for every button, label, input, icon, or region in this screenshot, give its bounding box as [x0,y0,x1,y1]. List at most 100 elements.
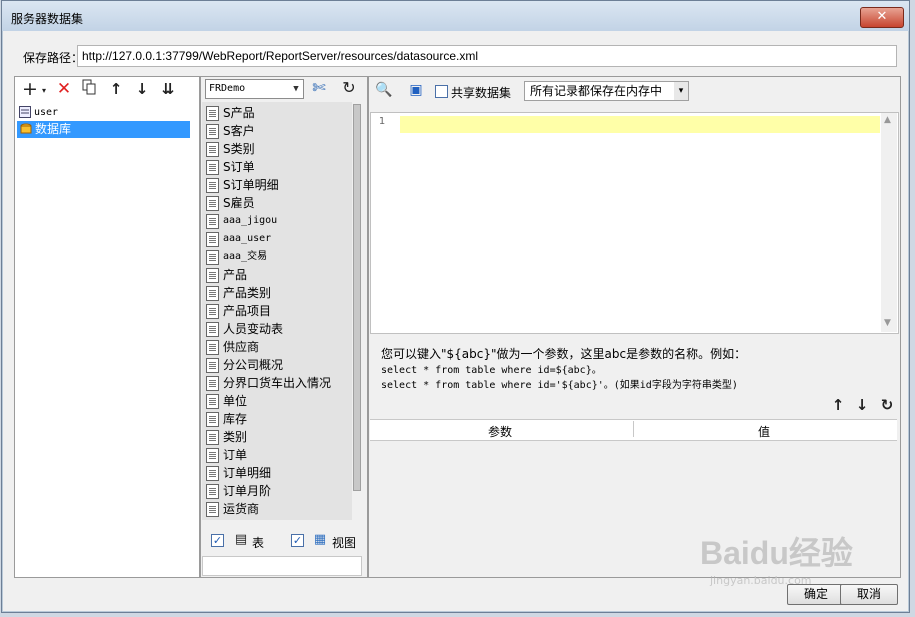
move-up-icon[interactable]: ↑ [106,79,126,99]
table-icon [206,466,219,481]
connection-value: FRDemo [209,83,246,94]
table-icon [206,106,219,121]
chevron-down-icon[interactable]: ▾ [34,81,54,101]
table-name: 类别 [223,430,248,444]
scroll-thumb[interactable] [353,104,361,491]
table-name: S订单 [223,160,255,174]
table-list-item[interactable]: S订单明细 [202,176,279,194]
cancel-button[interactable]: 取消 [840,584,898,605]
table-list-item[interactable]: S雇员 [202,194,255,212]
current-line-highlight [400,116,880,133]
connection-settings-icon[interactable]: ✄ [309,78,329,98]
table-list-item[interactable]: S类别 [202,140,255,158]
table-list-item[interactable]: aaa_jigou [202,212,277,230]
preview-icon[interactable]: 🔍 [374,80,394,100]
table-list-item[interactable]: 订单明细 [202,464,271,482]
table-list-item[interactable]: aaa_交易 [202,248,267,266]
table-name: 运货商 [223,502,260,516]
table-list-item[interactable]: 供应商 [202,338,259,356]
table-name: S客户 [223,124,255,138]
table-list-item[interactable]: 运货商 [202,500,259,518]
table-name: 分界口货车出入情况 [223,376,332,390]
table-icon [206,502,219,517]
scroll-up-icon[interactable]: ▲ [884,115,891,125]
table-icon: ▤ [234,532,248,547]
table-icon [206,430,219,445]
table-name: 库存 [223,412,248,426]
connection-select[interactable]: FRDemo ▼ [205,79,304,99]
table-name: 订单 [223,448,248,462]
table-name: 产品项目 [223,304,272,318]
save-icon[interactable]: ▣ [406,80,426,100]
table-checkbox[interactable]: ✓ [211,534,224,547]
delete-icon[interactable]: ✕ [54,79,74,99]
table-name: aaa_jigou [223,215,278,226]
table-name: 产品 [223,268,248,282]
param-down-icon[interactable]: ↓ [852,395,872,415]
window-title: 服务器数据集 [11,12,84,26]
table-icon [206,286,219,301]
table-name: S类别 [223,142,255,156]
refresh-icon[interactable]: ↻ [339,78,359,98]
table-list-item[interactable]: S客户 [202,122,255,140]
copy-icon[interactable] [79,79,99,99]
table-list-item[interactable]: 人员变动表 [202,320,283,338]
database-query-icon [20,123,32,134]
view-checkbox[interactable]: ✓ [291,534,304,547]
table-icon [206,178,219,193]
table-list-item[interactable]: aaa_user [202,230,271,248]
table-list-scrollbar[interactable] [352,102,362,520]
sort-icon[interactable]: ⇊ [158,79,178,99]
value-column-header: 值 [758,425,771,439]
param-hint-line-3: select * from table where id='${abc}'。(如… [381,380,738,391]
table-filter-label: 表 [252,536,265,550]
table-name: 分公司概况 [223,358,284,372]
table-icon [206,142,219,157]
dataset-icon [19,106,31,118]
tree-item-label: 数据库 [35,122,72,136]
sql-editor[interactable]: 1 ▲ ▼ [370,112,899,334]
table-list-item[interactable]: 类别 [202,428,247,446]
storage-mode-select[interactable]: 所有记录都保存在内存中 ▾ [524,81,689,101]
ok-button[interactable]: 确定 [787,584,845,605]
scroll-down-icon[interactable]: ▼ [884,318,891,328]
param-table-header: 参数 值 [370,420,897,441]
table-icon [206,214,219,229]
dataset-tree-panel [14,76,200,578]
table-name: S雇员 [223,196,255,210]
table-list-item[interactable]: 订单月阶 [202,482,271,500]
table-name: 产品类别 [223,286,272,300]
table-icon [206,394,219,409]
chevron-down-icon: ▼ [293,84,299,94]
object-type-filter: ✓ ▤ 表 ✓ ▦ 视图 [202,524,360,554]
table-list-item[interactable]: 分公司概况 [202,356,283,374]
table-icon [206,448,219,463]
chevron-down-icon: ▾ [674,82,688,100]
table-list-item[interactable]: S订单 [202,158,255,176]
param-column-header: 参数 [488,425,513,439]
close-button[interactable]: ✕ [860,7,904,28]
table-name: 单位 [223,394,248,408]
param-up-icon[interactable]: ↑ [828,395,848,415]
save-path-label: 保存路径： [23,51,84,65]
table-list-item[interactable]: 产品 [202,266,247,284]
table-icon [206,250,219,265]
table-list-item[interactable]: 订单 [202,446,247,464]
move-down-icon[interactable]: ↓ [132,79,152,99]
table-list-item[interactable]: 单位 [202,392,247,410]
table-list-item[interactable]: 产品项目 [202,302,271,320]
table-list-item[interactable]: 分界口货车出入情况 [202,374,331,392]
param-refresh-icon[interactable]: ↻ [877,395,897,415]
tree-item-user[interactable]: user [16,104,58,121]
editor-scrollbar[interactable]: ▲ ▼ [881,113,897,332]
title-bar[interactable]: 服务器数据集 ✕ [2,1,909,31]
share-dataset-checkbox[interactable] [435,85,448,98]
table-list-item[interactable]: S产品 [202,104,255,122]
table-list-item[interactable]: 产品类别 [202,284,271,302]
save-path-field[interactable]: http://127.0.0.1:37799/WebReport/ReportS… [77,45,897,67]
tree-item-database[interactable]: 数据库 [17,121,190,138]
table-icon [206,304,219,319]
table-icon [206,160,219,175]
table-list-item[interactable]: 库存 [202,410,247,428]
table-search-field[interactable] [202,556,362,576]
